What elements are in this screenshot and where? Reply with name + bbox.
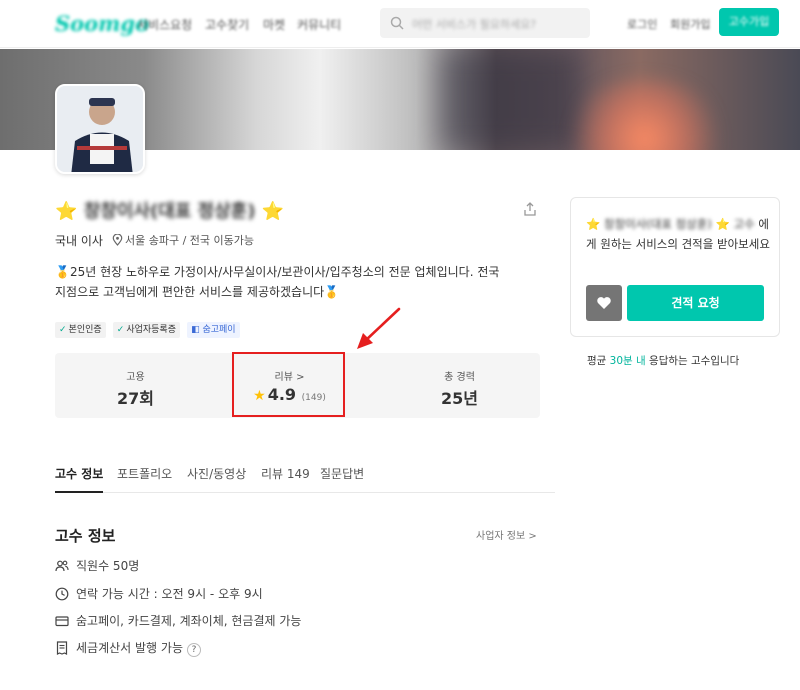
- info-tax-invoice: 세금계산서 발행 가능?: [55, 639, 201, 657]
- medal-icon: ⭐: [715, 217, 730, 231]
- location-pin-icon: [112, 233, 123, 246]
- career-label: 총 경력: [444, 372, 475, 383]
- search-placeholder: 어떤 서비스가 필요하세요?: [412, 18, 537, 31]
- service-category: 국내 이사: [55, 234, 103, 248]
- pro-name: ⭐ 창창이사(대표 정상훈) ⭐: [55, 197, 284, 223]
- search-input[interactable]: 어떤 서비스가 필요하세요?: [380, 8, 590, 38]
- receipt-icon: [56, 641, 68, 655]
- pro-name-text: 창창이사(대표 정상훈): [83, 201, 256, 222]
- quote-request-button[interactable]: 견적 요청: [627, 285, 764, 321]
- badge-soomgo-pay: ◧ 숨고페이: [187, 322, 240, 338]
- logo[interactable]: Soomgo: [55, 11, 149, 36]
- location-text: 서울 송파구 / 전국 이동가능: [125, 234, 255, 247]
- section-title: 고수 정보: [55, 527, 116, 545]
- top-header: Soomgo 서비스요청 고수찾기 마켓 커뮤니티 어떤 서비스가 필요하세요?…: [0, 0, 800, 48]
- nav-market[interactable]: 마켓: [263, 16, 285, 33]
- pro-signup-button[interactable]: 고수가입: [719, 8, 779, 36]
- badge-identity: ✓ 본인인증: [55, 322, 106, 338]
- medal-icon: ⭐: [55, 201, 78, 222]
- info-contact-hours: 연락 가능 시간 : 오전 9시 - 오후 9시: [55, 585, 263, 602]
- signup-link[interactable]: 회원가입: [670, 16, 710, 32]
- search-icon: [390, 16, 404, 30]
- verification-badges: ✓ 본인인증 ✓ 사업자등록증 ◧ 숨고페이: [55, 317, 242, 338]
- share-icon[interactable]: [522, 201, 538, 217]
- tab-reviews[interactable]: 리뷰 149: [261, 465, 310, 493]
- banner-shade: [440, 49, 580, 150]
- nav-community[interactable]: 커뮤니티: [297, 16, 341, 33]
- medal-icon: ⭐: [261, 201, 285, 222]
- quote-pro-name: 창창이사(대표 정상훈): [603, 217, 712, 231]
- avatar: [55, 84, 145, 174]
- tab-qna[interactable]: 질문답변: [320, 465, 364, 493]
- nav-service-request[interactable]: 서비스요청: [137, 16, 192, 33]
- hire-label: 고용: [126, 372, 145, 383]
- badge-business: ✓ 사업자등록증: [112, 322, 180, 338]
- location: 서울 송파구 / 전국 이동가능: [112, 232, 254, 248]
- banner-glow: [560, 79, 730, 150]
- people-icon: [55, 560, 69, 572]
- check-icon: ✓: [59, 325, 67, 335]
- tab-portfolio[interactable]: 포트폴리오: [117, 465, 172, 493]
- check-icon: ✓: [116, 325, 125, 335]
- tab-pro-info[interactable]: 고수 정보: [55, 465, 104, 493]
- info-employees: 직원수 50명: [55, 557, 139, 574]
- card-icon: [55, 616, 69, 627]
- hire-value: 27회: [117, 389, 154, 408]
- business-info-link[interactable]: 사업자 정보 >: [476, 527, 537, 542]
- career-value: 25년: [441, 389, 478, 408]
- medal-icon: ⭐: [586, 217, 601, 231]
- response-time-info: 평균 30분 내 응답하는 고수입니다: [587, 355, 740, 367]
- nav-find-pro[interactable]: 고수찾기: [205, 16, 249, 33]
- pro-signup-label: 고수가입: [728, 15, 770, 28]
- tab-photos-videos[interactable]: 사진/동영상: [187, 465, 246, 493]
- stat-career: 총 경력 25년: [379, 353, 540, 418]
- response-time: 30분 내: [609, 355, 646, 367]
- stat-hire: 고용 27회: [55, 353, 216, 418]
- favorite-button[interactable]: [586, 285, 622, 321]
- annotation-highlight-box: [232, 352, 345, 417]
- pro-introduction: 🥇25년 현장 노하우로 가정이사/사무실이사/보관이사/입주청소의 전문 업체…: [55, 265, 500, 299]
- annotation-arrow-icon: [357, 307, 401, 349]
- info-payment: 숨고페이, 카드결제, 계좌이체, 현금결제 가능: [55, 612, 301, 629]
- help-icon[interactable]: ?: [187, 643, 201, 657]
- avatar-photo: [57, 86, 143, 172]
- quote-request-card: ⭐ 창창이사(대표 정상훈) ⭐ 고수 에게 원하는 서비스의 견적을 받아보세…: [570, 197, 780, 337]
- login-link[interactable]: 로그인: [627, 16, 657, 32]
- clock-icon: [55, 587, 69, 601]
- heart-icon: [597, 297, 611, 309]
- quote-message: ⭐ 창창이사(대표 정상훈) ⭐ 고수 에게 원하는 서비스의 견적을 받아보세…: [586, 214, 771, 254]
- profile-tabs: 고수 정보 포트폴리오 사진/동영상 리뷰 149 질문답변: [55, 465, 555, 493]
- pay-icon: ◧: [191, 325, 203, 335]
